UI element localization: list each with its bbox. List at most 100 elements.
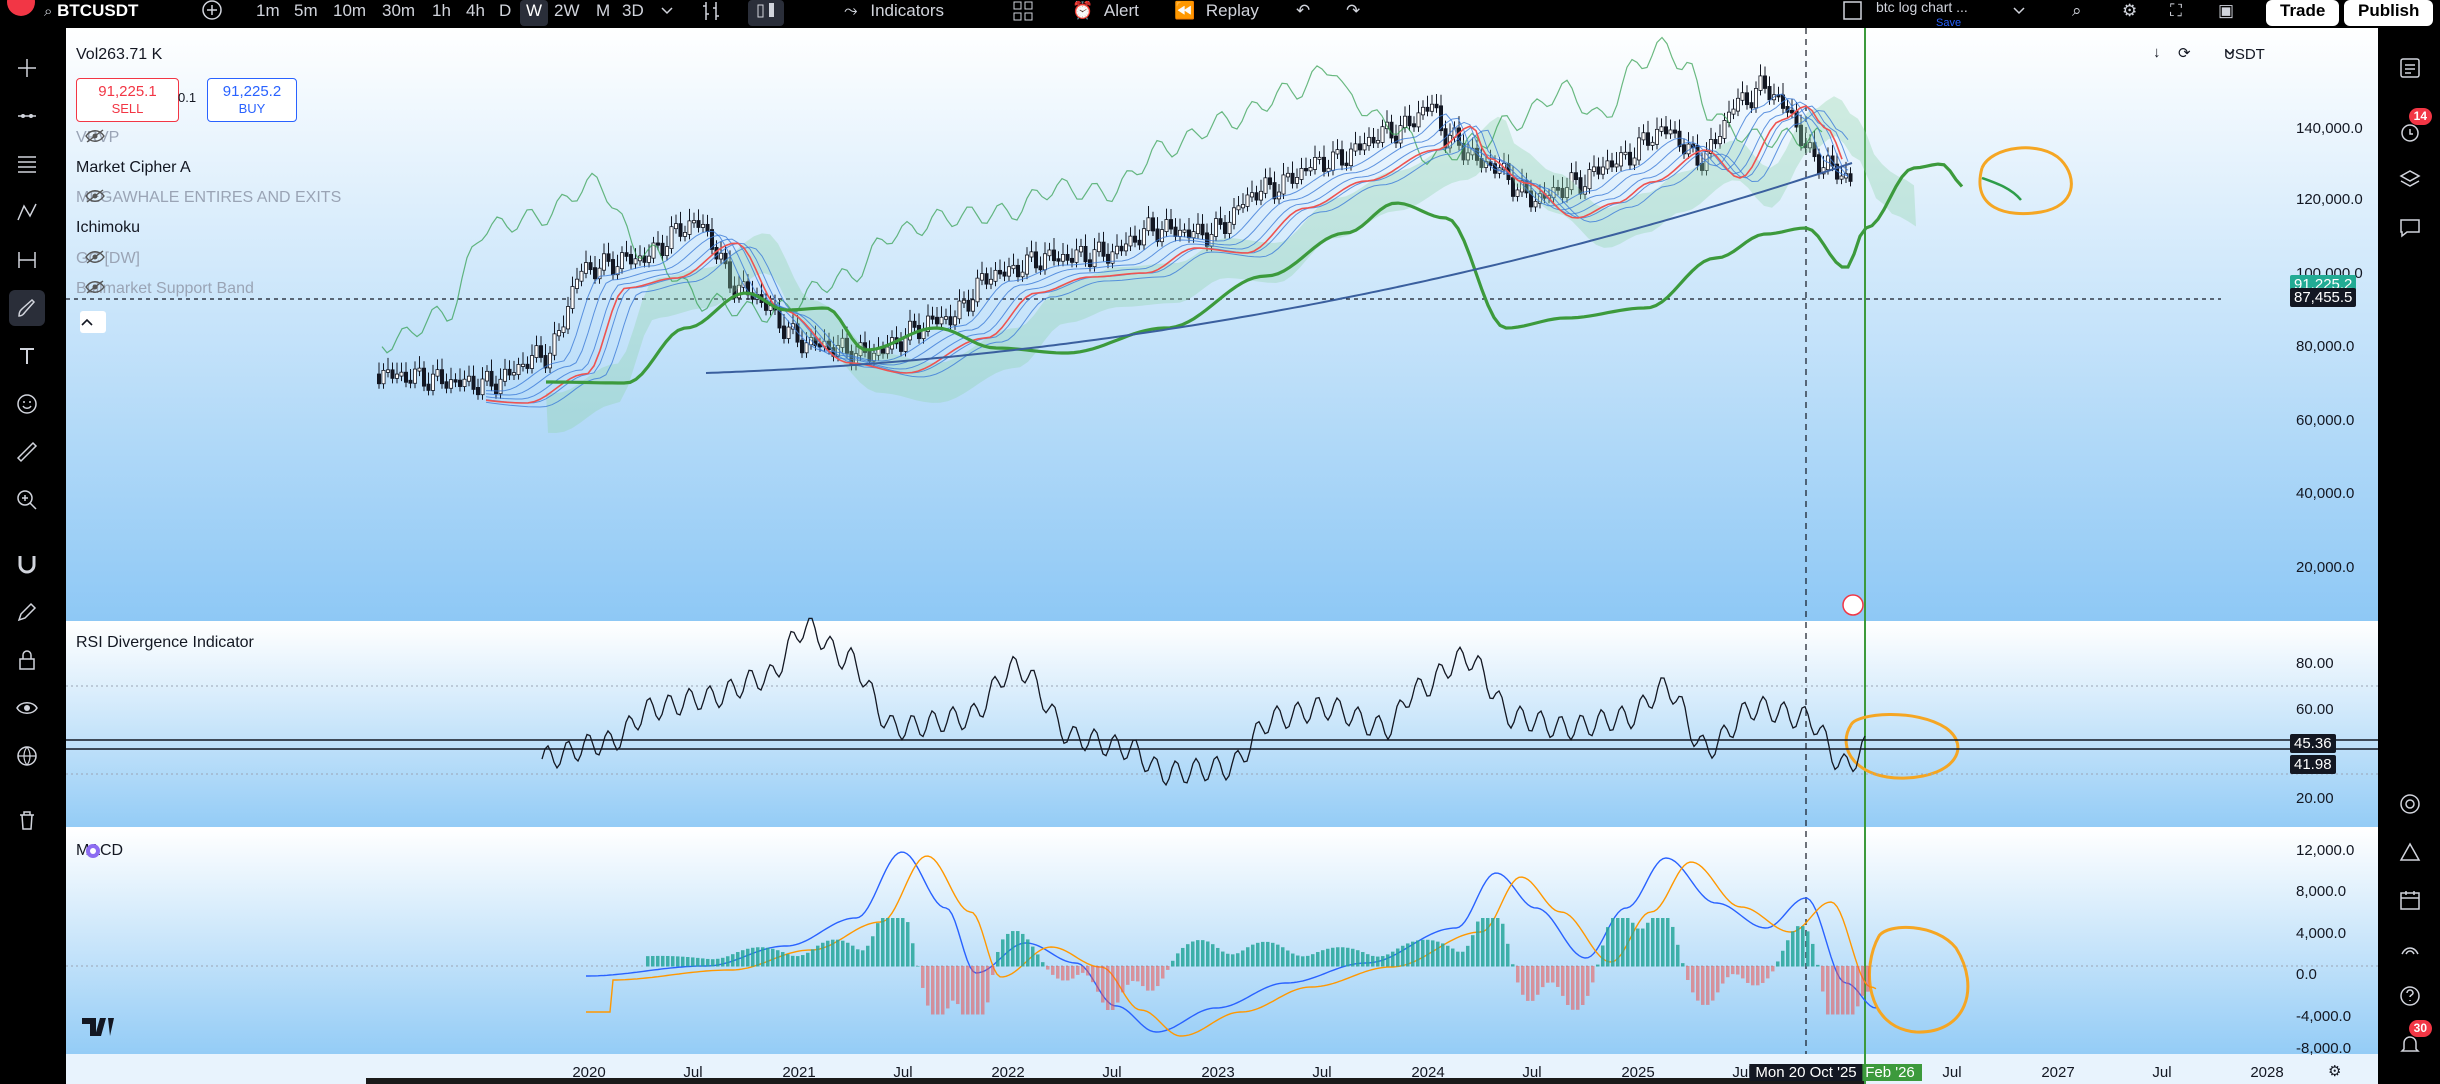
candle [489, 370, 494, 387]
timeframe-dropdown[interactable] [660, 0, 674, 26]
trade-button[interactable]: Trade [2266, 0, 2340, 26]
timeframe-3d[interactable]: 3D [622, 0, 644, 26]
candle [1259, 190, 1264, 201]
indicator-vrvp[interactable]: VRVP [76, 129, 119, 147]
replay-button[interactable]: ⏪ Replay [1174, 0, 1259, 26]
indicator-megawhale[interactable]: MEGAWHALE ENTIRES AND EXITS [76, 189, 341, 207]
bar-style-button[interactable] [700, 0, 724, 26]
timeframe-m[interactable]: M [596, 0, 610, 26]
layout-dropdown[interactable] [2012, 0, 2026, 26]
symbol-search[interactable]: ⌕ BTCUSDT [44, 0, 138, 26]
macd-histogram-bar [1101, 966, 1105, 1003]
object-tree-tool[interactable] [9, 738, 45, 774]
indicator-market-cipher-a[interactable]: Market Cipher A [76, 159, 191, 177]
macd-histogram-bar [646, 956, 650, 967]
layers-button[interactable] [2392, 162, 2428, 198]
arrow-down-icon[interactable]: ↓ [2153, 44, 2161, 61]
indicator-bullmarket-support-band[interactable]: Bullmarket Support Band [76, 280, 254, 298]
pattern-tool[interactable] [9, 194, 45, 230]
brush-tool[interactable] [9, 290, 45, 326]
collapse-legend-button[interactable] [80, 311, 106, 333]
timeframe-4h[interactable]: 4h [466, 0, 485, 26]
timeframe-1m[interactable]: 1m [256, 0, 280, 26]
templates-button[interactable] [1012, 0, 1034, 26]
redo-button[interactable]: ↷ [1346, 0, 1360, 26]
settings-button[interactable]: ⚙ [2122, 0, 2137, 26]
snapshot-button[interactable]: ▣ [2218, 0, 2234, 26]
macd-histogram-bar [771, 948, 775, 967]
macd-histogram-bar [871, 936, 875, 967]
layout-menu[interactable] [1842, 0, 1864, 26]
crosshair-tool[interactable] [9, 50, 45, 86]
indicator-gc-dw[interactable]: GC [DW] [76, 250, 140, 268]
candle [579, 270, 584, 282]
chart-canvas[interactable] [66, 28, 2378, 1084]
macd-histogram-bar [901, 918, 905, 967]
remove-drawings-tool[interactable] [9, 802, 45, 838]
undo-button[interactable]: ↶ [1296, 0, 1310, 26]
stay-drawing-tool[interactable] [9, 594, 45, 630]
candle [1614, 163, 1619, 168]
publish-button[interactable]: Publish [2344, 0, 2434, 26]
time-axis-settings[interactable]: ⚙ [2328, 1062, 2341, 1080]
compare-button[interactable] [200, 0, 224, 26]
candle [1151, 217, 1156, 232]
candle [1196, 223, 1201, 235]
zoom-tool[interactable] [9, 482, 45, 518]
hide-drawings-tool[interactable] [9, 690, 45, 726]
candles-button[interactable] [748, 0, 784, 26]
eye-hidden-icon[interactable] [84, 250, 106, 264]
macd-histogram-bar [1056, 966, 1060, 979]
timeframe-10m[interactable]: 10m [333, 0, 366, 26]
timeframe-5m[interactable]: 5m [294, 0, 318, 26]
ideas-button[interactable] [2392, 834, 2428, 870]
hotlist-button[interactable] [2392, 930, 2428, 966]
eye-hidden-icon[interactable] [84, 189, 106, 203]
text-tool[interactable] [9, 338, 45, 374]
magnet-tool[interactable] [9, 546, 45, 582]
indicator-ichimoku[interactable]: Ichimoku [76, 219, 140, 237]
chart-area[interactable]: Vol263.71 K 91,225.1 SELL 0.1 91,225.2 B… [66, 28, 2378, 1084]
indicators-button[interactable]: ⤳ Indicators [844, 0, 944, 26]
sell-button[interactable]: 91,225.1 SELL [76, 78, 179, 122]
macd-histogram-bar [1116, 966, 1120, 1003]
emoji-tool[interactable] [9, 386, 45, 422]
candle [1749, 102, 1754, 109]
timeframe-d[interactable]: D [499, 0, 511, 26]
macd-title[interactable]: MACD [76, 842, 123, 860]
candle [1736, 97, 1741, 112]
alerts-button[interactable]: 14 [2392, 108, 2432, 150]
eye-hidden-icon[interactable] [84, 280, 106, 294]
macd-histogram-bar [1251, 944, 1255, 967]
eye-hidden-icon[interactable] [84, 129, 106, 143]
timeframe-30m[interactable]: 30m [382, 0, 415, 26]
layout-name[interactable]: btc log chart ... Save [1876, 0, 1968, 29]
rsi-title[interactable]: RSI Divergence Indicator [76, 634, 254, 652]
macd-histogram-bar [666, 955, 670, 967]
currency-selector[interactable]: USDT [2224, 46, 2265, 63]
timeframe-w[interactable]: W [520, 0, 549, 26]
chat-button[interactable] [2392, 210, 2428, 246]
fib-tool[interactable] [9, 146, 45, 182]
ruler-tool[interactable] [9, 434, 45, 470]
lock-drawings-tool[interactable] [9, 642, 45, 678]
refresh-icon[interactable]: ⟳ [2178, 44, 2191, 62]
watchlist-button[interactable] [2392, 50, 2428, 86]
notifications-button[interactable]: 30 [2392, 1020, 2432, 1062]
macd-histogram-bar [1141, 966, 1145, 987]
fullscreen-button[interactable]: ⛶ [2170, 0, 2182, 26]
measure-tool[interactable] [9, 242, 45, 278]
macd-histogram-bar [1701, 966, 1705, 1005]
timeframe-2w[interactable]: 2W [554, 0, 580, 26]
avatar[interactable] [6, 0, 36, 22]
alert-button[interactable]: ⏰ Alert [1072, 0, 1139, 26]
macd-histogram-bar [1496, 918, 1500, 967]
target-button[interactable] [2392, 786, 2428, 822]
trendline-tool[interactable] [9, 98, 45, 134]
quick-search-button[interactable]: ⌕ [2072, 0, 2082, 26]
buy-button[interactable]: 91,225.2 BUY [207, 78, 297, 122]
help-button[interactable] [2392, 978, 2428, 1014]
candle [412, 368, 417, 384]
timeframe-1h[interactable]: 1h [432, 0, 451, 26]
calendar-button[interactable] [2392, 882, 2428, 918]
